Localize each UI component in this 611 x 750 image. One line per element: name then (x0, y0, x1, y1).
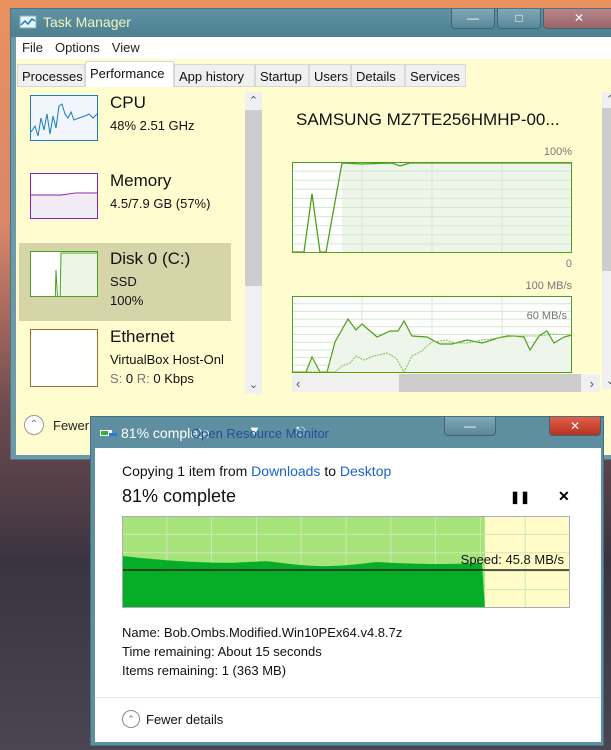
tab-bar: Processes Performance App history Startu… (16, 59, 611, 87)
scroll-left-icon[interactable]: ‹ (296, 376, 300, 391)
active-time-min-label: 0 (565, 258, 572, 270)
tab-processes[interactable]: Processes (17, 64, 85, 87)
divider (95, 697, 601, 698)
resource-name: Disk 0 (C:) (110, 249, 191, 268)
horizontal-scrollbar[interactable]: ‹ › (292, 374, 600, 392)
resource-stat: S: 0 R: 0 Kbps (110, 371, 194, 386)
resource-stat: 4.5/7.9 GB (57%) (110, 196, 211, 211)
source-link[interactable]: Downloads (251, 463, 320, 479)
task-manager-window: Task Manager — □ ✕ File Options View Proce… (10, 8, 611, 460)
close-button[interactable]: ✕ (543, 9, 611, 29)
tab-details[interactable]: Details (351, 64, 405, 87)
tab-app-history[interactable]: App history (174, 64, 255, 87)
scroll-up-icon[interactable]: ⌃ (602, 92, 611, 108)
disk-detail-panel: SAMSUNG MZ7TE256HMHP-00... 100% 0 100 MB… (271, 92, 602, 394)
fewer-details-button[interactable]: Fewer details (146, 712, 223, 727)
resource-adapter: VirtualBox Host-Onl (110, 352, 224, 367)
maximize-button[interactable]: □ (497, 9, 541, 29)
transfer-rate-max-label: 100 MB/s (525, 280, 572, 292)
minimize-button[interactable]: — (444, 417, 496, 436)
speed-label: Speed: 45.8 MB/s (461, 552, 565, 567)
cancel-button[interactable]: ✕ (558, 488, 570, 505)
tab-performance[interactable]: Performance (85, 61, 174, 87)
scrollbar-thumb[interactable] (245, 110, 262, 286)
resource-name: Memory (110, 171, 172, 190)
task-manager-icon (19, 15, 37, 29)
resource-list-scrollbar[interactable]: ⌃ ⌄ (245, 92, 262, 394)
resource-stat: 48% 2.51 GHz (110, 118, 195, 133)
scroll-up-icon[interactable]: ⌃ (245, 92, 262, 110)
resource-type: SSD (110, 274, 137, 289)
scroll-right-icon[interactable]: › (590, 376, 594, 391)
collapse-chevron-icon[interactable]: ⌃ (122, 710, 140, 728)
open-resource-monitor-link[interactable]: Open Resource Monitor (191, 426, 329, 441)
cpu-thumbnail-graph (30, 95, 98, 141)
scroll-down-icon[interactable]: ⌄ (245, 376, 262, 394)
resource-cpu[interactable]: CPU 48% 2.51 GHz (19, 87, 231, 165)
transfer-rate-mid-label: 60 MB/s (526, 310, 567, 322)
memory-thumbnail-graph (30, 173, 98, 219)
scrollbar-thumb[interactable] (399, 374, 581, 392)
destination-link[interactable]: Desktop (340, 463, 391, 479)
resource-ethernet[interactable]: Ethernet VirtualBox Host-Onl S: 0 R: 0 K… (19, 321, 231, 399)
menu-bar: File Options View (16, 37, 611, 59)
active-time-max-label: 100% (543, 146, 572, 158)
menu-view[interactable]: View (106, 37, 146, 55)
resource-stat: 100% (110, 293, 144, 308)
resource-memory[interactable]: Memory 4.5/7.9 GB (57%) (19, 165, 231, 243)
copy-details: Name: Bob.Ombs.Modified.Win10PEx64.v4.8.… (122, 623, 402, 680)
collapse-chevron-icon[interactable]: ⌃ (24, 415, 44, 435)
menu-file[interactable]: File (16, 37, 49, 55)
title-bar: Task Manager — □ ✕ (11, 9, 611, 37)
detail-scrollbar[interactable]: ⌃ ⌄ (602, 92, 611, 389)
transfer-rate-graph (292, 296, 572, 373)
tab-users[interactable]: Users (309, 64, 351, 87)
dialog-body: Copying 1 item from Downloads to Desktop… (95, 448, 601, 742)
resource-disk[interactable]: Disk 0 (C:) SSD 100% (19, 243, 231, 321)
copy-progress-icon (100, 430, 117, 439)
progress-heading: 81% complete (122, 486, 237, 506)
close-button[interactable]: ✕ (549, 417, 601, 436)
tab-startup[interactable]: Startup (255, 64, 309, 87)
minimize-button[interactable]: — (451, 9, 495, 29)
scroll-down-icon[interactable]: ⌄ (602, 373, 611, 389)
menu-options[interactable]: Options (49, 37, 106, 55)
resource-name: Ethernet (110, 327, 175, 346)
ethernet-thumbnail-graph (30, 329, 98, 387)
window-title: Task Manager (43, 14, 131, 30)
performance-pane: CPU 48% 2.51 GHz Memory 4.5/7.9 GB (57%)… (16, 87, 611, 455)
resource-name: CPU (110, 93, 146, 112)
time-remaining-row: Time remaining: About 15 seconds (122, 644, 322, 659)
disk-thumbnail-graph (30, 251, 98, 297)
copy-progress-dialog: 81% complete ▼ ⎋ — ✕ Copying 1 item from… (90, 416, 604, 746)
active-time-graph (292, 162, 572, 253)
copy-description: Copying 1 item from Downloads to Desktop (122, 463, 392, 479)
copy-speed-graph: Speed: 45.8 MB/s (122, 516, 570, 608)
items-remaining-row: Items remaining: 1 (363 MB) (122, 663, 287, 678)
name-row: Name: Bob.Ombs.Modified.Win10PEx64.v4.8.… (122, 625, 403, 640)
tab-services[interactable]: Services (405, 64, 466, 87)
scrollbar-thumb[interactable] (602, 108, 611, 271)
disk-model-title: SAMSUNG MZ7TE256HMHP-00... (296, 110, 560, 129)
pause-button[interactable]: ❚❚ (510, 490, 530, 504)
